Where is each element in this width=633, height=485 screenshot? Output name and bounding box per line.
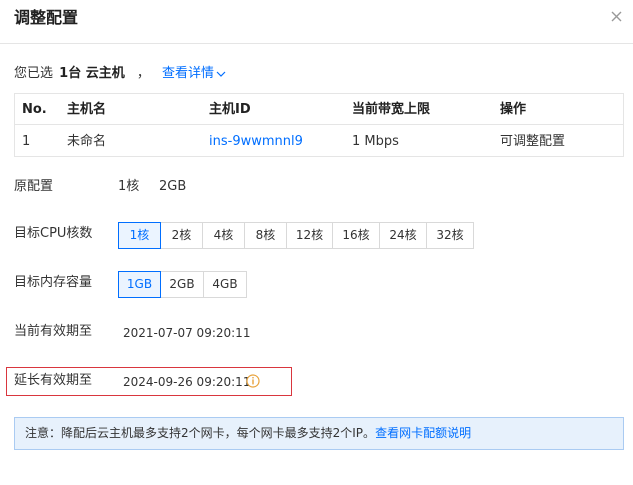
extended-expiry-value: 2024-09-26 09:20:11 xyxy=(123,375,251,389)
dialog-title: 调整配置 xyxy=(14,8,79,27)
target-memory-label: 目标内存容量 xyxy=(14,275,93,290)
cpu-option-24[interactable]: 24核 xyxy=(379,222,427,249)
view-details-label: 查看详情 xyxy=(162,66,215,81)
cpu-option-2[interactable]: 2核 xyxy=(160,222,203,249)
column-header-bandwidth: 当前带宽上限 xyxy=(352,102,431,117)
original-memory-value: 2GB xyxy=(159,179,187,194)
cpu-option-32[interactable]: 32核 xyxy=(426,222,474,249)
target-cpu-label: 目标CPU核数 xyxy=(14,226,93,241)
cpu-option-4[interactable]: 4核 xyxy=(202,222,245,249)
table-header-row: No. 主机名 主机ID 当前带宽上限 操作 xyxy=(15,94,623,125)
cell-action-status: 可调整配置 xyxy=(500,134,566,149)
selection-prefix: 您已选 xyxy=(14,66,54,81)
notice-banner: 注意：降配后云主机最多支持2个网卡，每个网卡最多支持2个IP。查看网卡配额说明 xyxy=(14,417,624,450)
table-row: 1 未命名 ins-9wwmnnl9 1 Mbps 可调整配置 xyxy=(15,126,623,157)
extended-expiry-label: 延长有效期至 xyxy=(14,373,93,388)
notice-text: 注意：降配后云主机最多支持2个网卡，每个网卡最多支持2个IP。 xyxy=(25,426,376,440)
selection-count: 1台 云主机 xyxy=(59,66,125,81)
column-header-action: 操作 xyxy=(500,102,527,117)
memory-option-4gb[interactable]: 4GB xyxy=(203,271,247,298)
cpu-option-12[interactable]: 12核 xyxy=(286,222,333,249)
memory-option-1gb[interactable]: 1GB xyxy=(118,271,161,298)
column-header-no: No. xyxy=(22,102,47,117)
original-cpu-value: 1核 xyxy=(118,179,140,194)
current-expiry-label: 当前有效期至 xyxy=(14,324,93,339)
host-id-link[interactable]: ins-9wwmnnl9 xyxy=(209,126,303,157)
column-header-host-id: 主机ID xyxy=(209,102,251,117)
cpu-option-8[interactable]: 8核 xyxy=(244,222,287,249)
cpu-option-16[interactable]: 16核 xyxy=(332,222,380,249)
selection-separator: ， xyxy=(136,66,150,81)
cell-bandwidth: 1 Mbps xyxy=(352,134,399,149)
header-divider xyxy=(0,43,633,44)
cpu-option-group: 1核 2核 4核 8核 12核 16核 24核 32核 xyxy=(118,222,474,249)
cpu-option-1[interactable]: 1核 xyxy=(118,222,161,249)
nic-quota-link[interactable]: 查看网卡配额说明 xyxy=(375,426,471,440)
info-icon[interactable] xyxy=(246,374,260,388)
current-expiry-value: 2021-07-07 09:20:11 xyxy=(123,326,251,340)
memory-option-2gb[interactable]: 2GB xyxy=(160,271,204,298)
instance-table: No. 主机名 主机ID 当前带宽上限 操作 1 未命名 ins-9wwmnnl… xyxy=(14,93,624,157)
chevron-down-icon xyxy=(216,71,226,77)
column-header-hostname: 主机名 xyxy=(67,102,107,117)
close-icon[interactable] xyxy=(608,8,626,26)
memory-option-group: 1GB 2GB 4GB xyxy=(118,271,247,298)
cell-no: 1 xyxy=(22,134,31,149)
original-config-label: 原配置 xyxy=(14,179,54,194)
selection-summary: 您已选 1台 云主机 ， 查看详情 xyxy=(14,65,226,83)
cell-hostname: 未命名 xyxy=(67,134,107,149)
view-details-link[interactable]: 查看详情 xyxy=(162,66,226,81)
